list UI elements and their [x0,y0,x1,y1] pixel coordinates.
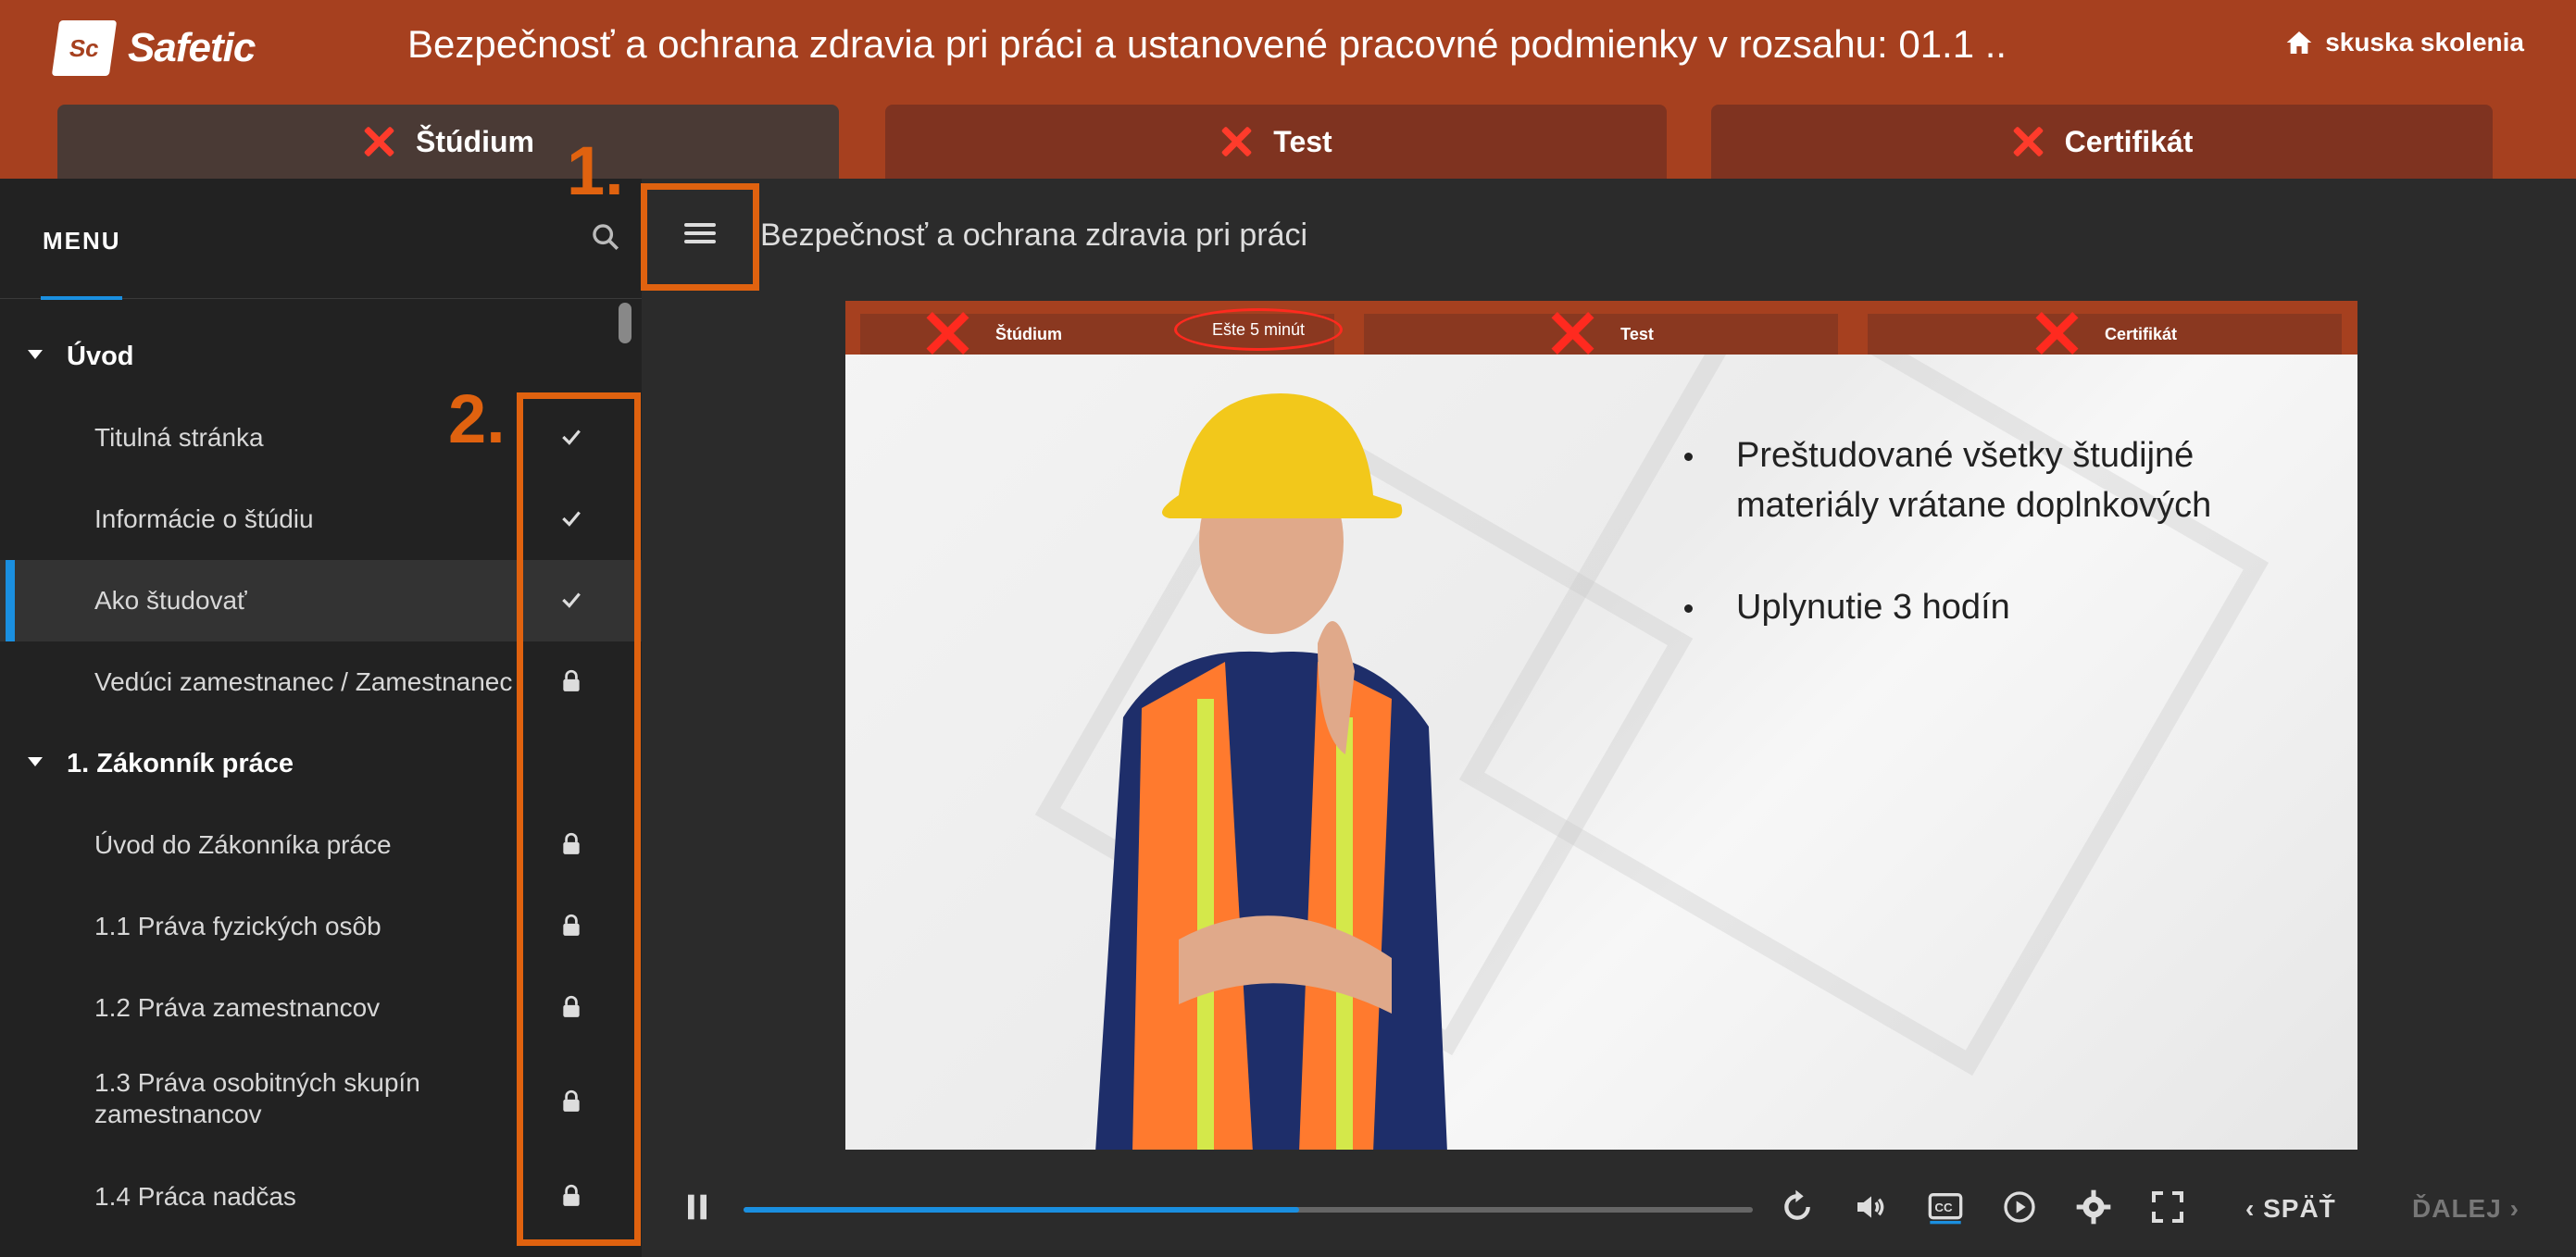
red-x-icon [362,125,395,158]
remaining-time-label: Ešte 5 minút [1174,308,1343,351]
tab-test[interactable]: Test [885,105,1667,179]
section-title: Úvod [67,341,134,371]
gear-icon[interactable] [2075,1189,2112,1226]
fullscreen-icon[interactable] [2149,1189,2186,1226]
svg-text:CC: CC [1934,1201,1953,1214]
chevron-left-icon: ‹ [2245,1194,2264,1223]
menu-item-label: Informácie o štúdiu [94,504,314,533]
slide-tab-label: Test [1620,324,1654,343]
annotation-number-2: 2. [448,380,506,457]
caret-down-icon [28,757,43,766]
slide-tab-test: Test [1364,314,1838,355]
back-button[interactable]: ‹ SPÄŤ [2245,1194,2336,1224]
logo-text: Safetic [128,25,256,70]
worker-illustration [1095,393,1447,1150]
playback-speed-icon[interactable] [2001,1189,2038,1226]
replay-icon[interactable] [1779,1189,1816,1226]
caret-down-icon [28,350,43,359]
slide-bullets: Preštudované všetky študijné materiály v… [1679,430,2253,684]
red-x-icon [1219,125,1253,158]
closed-captions-icon[interactable]: CC [1927,1189,1964,1226]
menu-tab[interactable]: MENU [43,227,121,255]
menu-tab-indicator [41,296,122,300]
top-tabs: Štúdium Test Certifikát [57,105,2493,179]
bullet-item: Uplynutie 3 hodín [1679,582,2253,632]
course-title: Bezpečnosť a ochrana zdravia pri práci a… [407,22,2007,66]
tab-label: Certifikát [2064,124,2194,158]
page-title: Bezpečnosť a ochrana zdravia pri práci [760,218,1308,253]
menu-item-label: 1.3 Práva osobitných skupín zamestnancov [94,1068,420,1128]
red-x-icon [2011,125,2045,158]
app-header: Sc Safetic Bezpečnosť a ochrana zdravia … [0,0,2576,179]
tab-label: Štúdium [416,124,534,158]
tab-label: Test [1273,124,1332,158]
back-label: SPÄŤ [2263,1194,2336,1223]
bullet-item: Preštudované všetky študijné materiály v… [1679,430,2253,530]
pause-icon[interactable] [679,1189,716,1226]
menu-item-label: 1.1 Práva fyzických osôb [94,912,381,940]
logo-badge: Sc [51,20,118,76]
annotation-box-1 [641,183,759,291]
progress-fill [744,1207,1299,1213]
menu-item-label: Ako študovať [94,586,247,615]
slide-tab-bar: Štúdium Ešte 5 minút Test Certifikát [845,301,2357,355]
tab-certifikat[interactable]: Certifikát [1711,105,2493,179]
menu-header: MENU [0,179,642,300]
next-button[interactable]: ĎALEJ › [2412,1194,2520,1224]
red-x-icon [923,309,971,357]
home-link[interactable]: skuska skolenia [2284,28,2524,57]
section-uvod[interactable]: Úvod [0,316,642,397]
lesson-slide[interactable]: Štúdium Ešte 5 minút Test Certifikát Pre… [845,301,2357,1150]
slide-tab-label: Certifikát [2104,324,2178,343]
safetic-logo[interactable]: Sc Safetic [51,20,256,76]
menu-item-label: Úvod do Zákonníka práce [94,830,392,859]
slide-tab-label: Štúdium [995,324,1062,343]
annotation-box-2 [517,392,641,1246]
red-x-icon [2032,309,2081,357]
red-x-icon [1548,309,1596,357]
menu-item-label: Vedúci zamestnanec / Zamestnanec [94,667,513,696]
progress-bar[interactable] [744,1207,1753,1213]
menu-item-label: 1.2 Práva zamestnancov [94,993,381,1022]
next-label: ĎALEJ [2412,1194,2502,1223]
volume-icon[interactable] [1853,1189,1890,1226]
annotation-number-1: 1. [567,132,624,209]
player-controls: CC ‹ SPÄŤ ĎALEJ › [642,1176,2576,1240]
tab-studium[interactable]: Štúdium [57,105,839,179]
search-icon[interactable] [590,221,621,253]
chevron-right-icon: › [2501,1194,2520,1223]
home-label: skuska skolenia [2325,28,2524,56]
home-icon [2286,31,2312,54]
section-title: 1. Zákonník práce [67,748,294,778]
menu-item-label: 1.4 Práca nadčas [94,1182,296,1211]
slide-tab-certifikat: Certifikát [1868,314,2342,355]
background-hexagon [1458,301,2270,1077]
main-content: Bezpečnosť a ochrana zdravia pri práci Š… [642,179,2576,1257]
